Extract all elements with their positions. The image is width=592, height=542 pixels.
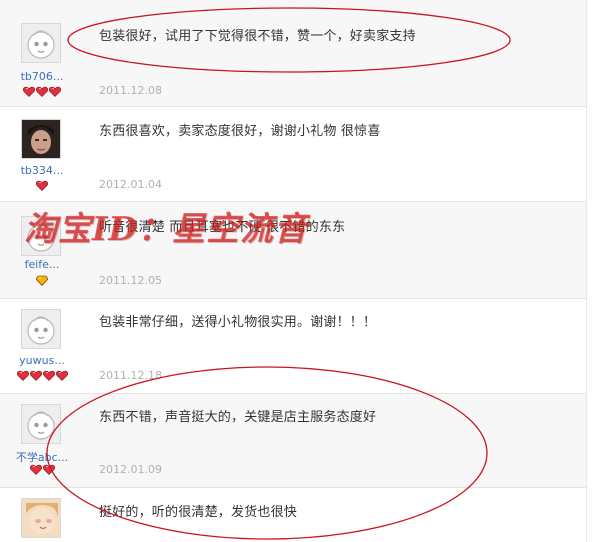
heart-badge-icon bbox=[55, 370, 68, 381]
username-link[interactable]: 不学abc... bbox=[0, 449, 84, 465]
review-row: 挺好的，听的很清楚，发货也很快 bbox=[0, 488, 586, 542]
default-avatar-icon bbox=[22, 217, 60, 255]
default-avatar-icon bbox=[22, 405, 60, 443]
credit-badges bbox=[0, 180, 84, 191]
heart-badge-icon bbox=[36, 86, 48, 97]
heart-badge-icon bbox=[23, 86, 35, 97]
heart-badge-icon bbox=[16, 370, 29, 381]
review-row: tb334... 东西很喜欢，卖家态度很好，谢谢小礼物 很惊喜 2012.01.… bbox=[0, 107, 586, 202]
review-date: 2011.12.08 bbox=[99, 84, 162, 97]
review-comment: 东西不错，声音挺大的，关键是店主服务态度好 bbox=[99, 410, 377, 425]
avatar[interactable] bbox=[21, 23, 61, 63]
heart-badge-icon bbox=[36, 180, 48, 191]
credit-badges bbox=[0, 464, 84, 475]
review-date: 2011.12.18 bbox=[99, 369, 162, 382]
credit-badges bbox=[0, 370, 84, 381]
review-list: tb706... 包装很好，试用了下觉得很不错，赞一个，好卖家支持 2011.1… bbox=[0, 0, 592, 542]
review-comment: 听音很清楚 而且耳塞也不硬 很不错的东东 bbox=[99, 220, 346, 235]
review-comment: 包装非常仔细，送得小礼物很实用。谢谢！！！ bbox=[99, 315, 377, 330]
username-link[interactable]: yuwus... bbox=[0, 354, 84, 367]
username-link[interactable]: tb706... bbox=[0, 70, 84, 83]
heart-badge-icon bbox=[42, 370, 55, 381]
heart-badge-icon bbox=[29, 370, 42, 381]
avatar[interactable] bbox=[21, 309, 61, 349]
review-comment: 包装很好，试用了下觉得很不错，赞一个，好卖家支持 bbox=[99, 29, 416, 44]
review-row: 不学abc... 东西不错，声音挺大的，关键是店主服务态度好 2012.01.0… bbox=[0, 394, 586, 488]
review-date: 2012.01.04 bbox=[99, 178, 162, 191]
review-row: tb706... 包装很好，试用了下觉得很不错，赞一个，好卖家支持 2011.1… bbox=[0, 0, 586, 107]
photo-avatar-icon bbox=[22, 120, 60, 158]
heart-badge-icon bbox=[42, 464, 55, 475]
review-comment: 东西很喜欢，卖家态度很好，谢谢小礼物 很惊喜 bbox=[99, 124, 381, 139]
avatar[interactable] bbox=[21, 404, 61, 444]
list-border bbox=[586, 0, 587, 542]
heart-badge-icon bbox=[29, 464, 42, 475]
username-link[interactable]: feife... bbox=[0, 258, 84, 271]
review-row: yuwus... 包装非常仔细，送得小礼物很实用。谢谢！！！ 2011.12.1… bbox=[0, 299, 586, 394]
default-avatar-icon bbox=[22, 310, 60, 348]
avatar[interactable] bbox=[21, 216, 61, 256]
credit-badges bbox=[0, 86, 84, 97]
diamond-badge-icon bbox=[36, 275, 48, 286]
username-link[interactable]: tb334... bbox=[0, 164, 84, 177]
default-avatar-icon bbox=[22, 24, 60, 62]
heart-badge-icon bbox=[49, 86, 61, 97]
review-comment: 挺好的，听的很清楚，发货也很快 bbox=[99, 505, 298, 520]
credit-badges bbox=[0, 275, 84, 286]
avatar[interactable] bbox=[21, 119, 61, 159]
review-date: 2011.12.05 bbox=[99, 274, 162, 287]
review-date: 2012.01.09 bbox=[99, 463, 162, 476]
photo-avatar-icon bbox=[22, 499, 60, 537]
review-row: feife... 听音很清楚 而且耳塞也不硬 很不错的东东 2011.12.05 bbox=[0, 202, 586, 299]
avatar[interactable] bbox=[21, 498, 61, 538]
